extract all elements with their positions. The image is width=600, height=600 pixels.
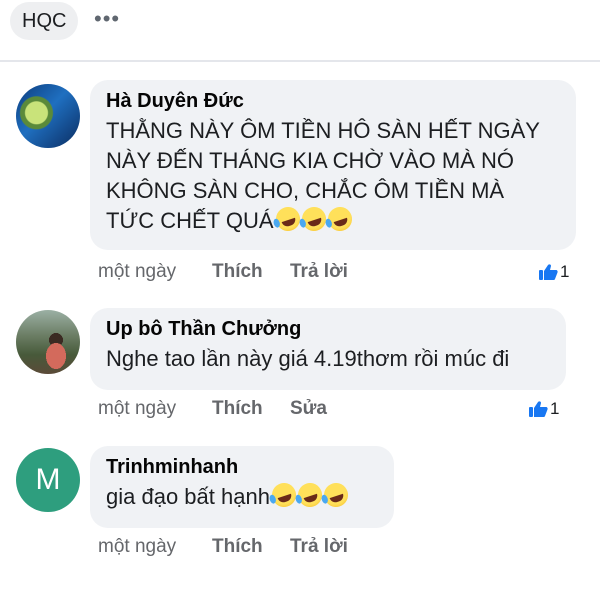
rolling-laughing-emoji-icon bbox=[320, 479, 352, 511]
comment-timestamp[interactable]: một ngày bbox=[98, 260, 176, 284]
comment-text: Nghe tao lần này giá 4.19thơm rồi múc đi bbox=[106, 346, 510, 371]
more-options-icon[interactable]: ••• bbox=[94, 8, 120, 30]
top-bar: HQC ••• bbox=[0, 0, 600, 50]
comment-bubble: Hà Duyên Đức THẰNG NÀY ÔM TIỀN HÔ SÀN HẾ… bbox=[90, 80, 576, 250]
rolling-laughing-emoji-icon bbox=[272, 203, 303, 235]
comment-item: Up bô Thần Chưởng Nghe tao lần này giá 4… bbox=[0, 308, 600, 428]
comment-item: M Trinhminhanh gia đạo bất hạnh một ngày… bbox=[0, 446, 600, 566]
comment-author[interactable]: Hà Duyên Đức bbox=[106, 88, 560, 114]
comment-timestamp[interactable]: một ngày bbox=[98, 397, 176, 421]
avatar[interactable] bbox=[16, 84, 80, 148]
reply-link[interactable]: Trả lời bbox=[290, 260, 348, 284]
comment-bubble: Up bô Thần Chưởng Nghe tao lần này giá 4… bbox=[90, 308, 566, 390]
avatar[interactable] bbox=[16, 310, 80, 374]
emoji-group bbox=[272, 203, 355, 235]
comment-author[interactable]: Up bô Thần Chưởng bbox=[106, 316, 550, 342]
comment-text: THẰNG NÀY ÔM TIỀN HÔ SÀN HẾT NGÀY NÀY ĐẾ… bbox=[106, 116, 560, 236]
reaction-summary[interactable]: 1 bbox=[528, 397, 568, 421]
rolling-laughing-emoji-icon bbox=[294, 479, 326, 511]
comment-timestamp[interactable]: một ngày bbox=[98, 535, 176, 559]
edit-link[interactable]: Sửa bbox=[290, 397, 327, 421]
comment-author[interactable]: Trinhminhanh bbox=[106, 454, 378, 480]
divider bbox=[0, 60, 600, 62]
avatar[interactable]: M bbox=[16, 448, 80, 512]
like-link[interactable]: Thích bbox=[212, 260, 263, 284]
like-count: 1 bbox=[550, 399, 560, 418]
rolling-laughing-emoji-icon bbox=[324, 203, 355, 235]
like-link[interactable]: Thích bbox=[212, 535, 263, 559]
comment-text: gia đạo bất hạnh bbox=[106, 479, 378, 512]
rolling-laughing-emoji-icon bbox=[298, 203, 329, 235]
like-reaction-icon bbox=[529, 401, 548, 417]
reaction-summary[interactable]: 1 bbox=[538, 260, 578, 284]
emoji-group bbox=[268, 479, 352, 511]
group-chip[interactable]: HQC bbox=[10, 2, 79, 40]
like-reaction-icon bbox=[539, 264, 558, 280]
reply-link[interactable]: Trả lời bbox=[290, 535, 348, 559]
comment-item: Hà Duyên Đức THẰNG NÀY ÔM TIỀN HÔ SÀN HẾ… bbox=[0, 80, 600, 290]
comment-bubble: Trinhminhanh gia đạo bất hạnh bbox=[90, 446, 394, 528]
like-link[interactable]: Thích bbox=[212, 397, 263, 421]
rolling-laughing-emoji-icon bbox=[268, 479, 300, 511]
like-count: 1 bbox=[560, 262, 570, 281]
comment-text-body: gia đạo bất hạnh bbox=[106, 484, 270, 509]
